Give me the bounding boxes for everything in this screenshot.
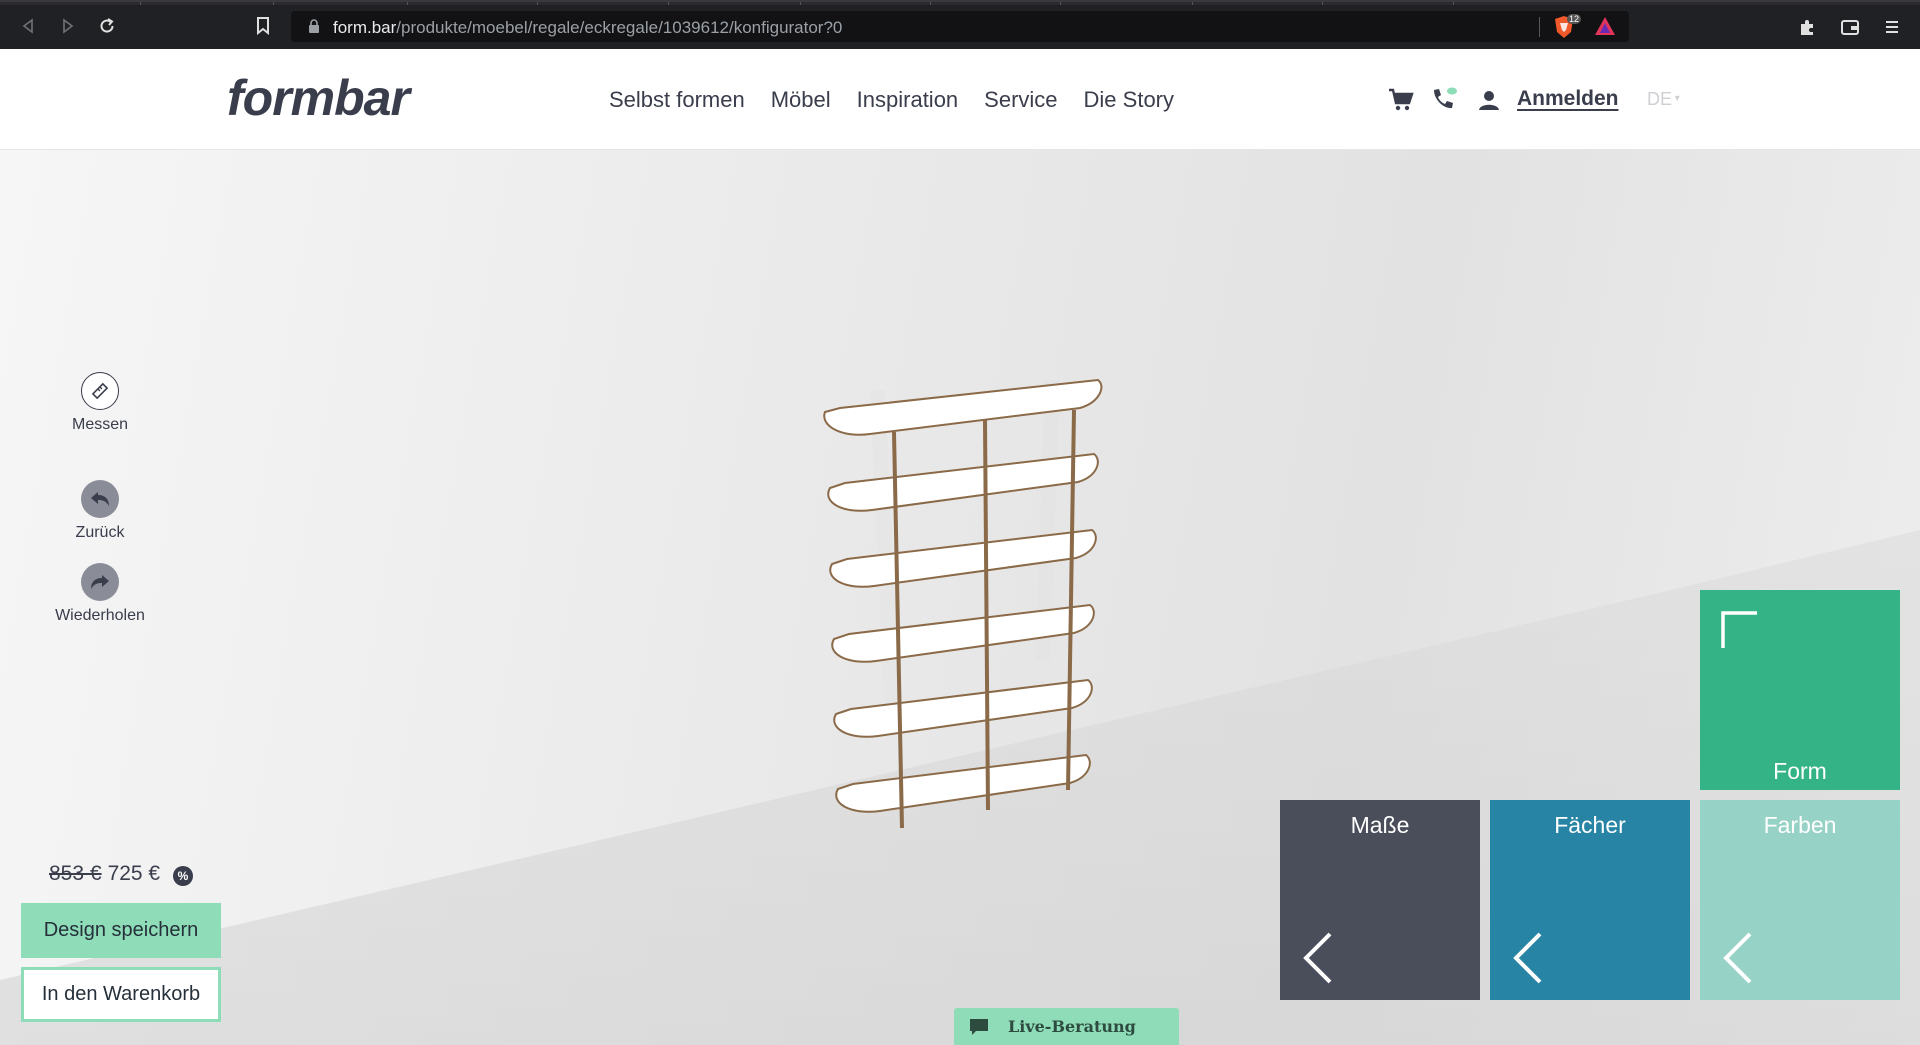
main-nav: Selbst formen Möbel Inspiration Service … (609, 87, 1200, 113)
live-chat-label: Live-Beratung (1008, 1017, 1136, 1036)
tab-strip (0, 2, 1920, 5)
add-to-cart-button[interactable]: In den Warenkorb (21, 967, 221, 1022)
wallet-icon[interactable] (1838, 15, 1862, 39)
login-link[interactable]: Anmelden (1517, 87, 1619, 111)
menu-icon[interactable] (1880, 15, 1904, 39)
tile-form[interactable]: Form (1700, 590, 1900, 790)
phone-icon[interactable] (1430, 86, 1458, 114)
tile-compartments[interactable]: Fächer (1490, 800, 1690, 1000)
nav-die-story[interactable]: Die Story (1084, 87, 1174, 113)
back-icon[interactable] (16, 14, 40, 38)
chevron-left-icon (1513, 932, 1542, 984)
tile-form-label: Form (1773, 758, 1827, 784)
undo-tool[interactable]: Zurück (50, 480, 150, 542)
measure-label: Messen (71, 416, 129, 433)
nav-moebel[interactable]: Möbel (771, 87, 831, 113)
formbar-logo[interactable]: formbar (227, 69, 410, 127)
lock-icon (309, 19, 319, 33)
ruler-icon (81, 372, 119, 410)
live-chat-button[interactable]: Live-Beratung (954, 1008, 1179, 1045)
extensions-icon[interactable] (1795, 15, 1819, 39)
address-bar[interactable]: form.bar/produkte/moebel/regale/eckregal… (291, 11, 1629, 42)
undo-label: Zurück (75, 524, 125, 541)
redo-tool[interactable]: Wiederholen (50, 563, 150, 625)
save-design-button[interactable]: Design speichern (21, 903, 221, 958)
tile-dimensions-label: Maße (1350, 812, 1410, 838)
brave-shield-icon[interactable]: 12 (1553, 14, 1582, 39)
tile-dimensions[interactable]: Maße (1280, 800, 1480, 1000)
brave-rewards-icon[interactable] (1594, 16, 1616, 41)
chat-bubble-icon (970, 1018, 988, 1035)
language-select[interactable]: DE ▾ (1647, 89, 1680, 110)
site-header: formbar Selbst formen Möbel Inspiration … (0, 49, 1920, 150)
undo-icon (81, 480, 119, 518)
tile-colors[interactable]: Farben (1700, 800, 1900, 1000)
chevron-left-icon (1303, 932, 1332, 984)
corner-shape-icon (1721, 611, 1757, 648)
user-icon[interactable] (1475, 86, 1503, 114)
reload-icon[interactable] (95, 14, 119, 38)
redo-icon (81, 563, 119, 601)
old-price: 853 € (49, 862, 102, 885)
url-text: form.bar/produkte/moebel/regale/eckregal… (333, 18, 843, 37)
browser-toolbar: form.bar/produkte/moebel/regale/eckregal… (0, 0, 1920, 49)
discount-icon[interactable]: % (173, 866, 193, 886)
chevron-left-icon (1723, 932, 1752, 984)
shelf-3d-model[interactable] (810, 360, 1120, 840)
current-price: 725 € (107, 862, 161, 885)
forward-icon[interactable] (56, 14, 80, 38)
nav-inspiration[interactable]: Inspiration (857, 87, 959, 113)
nav-service[interactable]: Service (984, 87, 1057, 113)
measure-tool[interactable]: Messen (50, 372, 150, 434)
nav-selbst-formen[interactable]: Selbst formen (609, 87, 745, 113)
redo-label: Wiederholen (55, 607, 145, 624)
price: 853 €725 € (49, 862, 160, 886)
tile-colors-label: Farben (1763, 812, 1837, 838)
bookmark-icon[interactable] (251, 14, 275, 38)
shield-badge: 12 (1567, 14, 1582, 24)
cart-icon[interactable] (1387, 86, 1415, 114)
tile-compartments-label: Fächer (1554, 812, 1626, 838)
